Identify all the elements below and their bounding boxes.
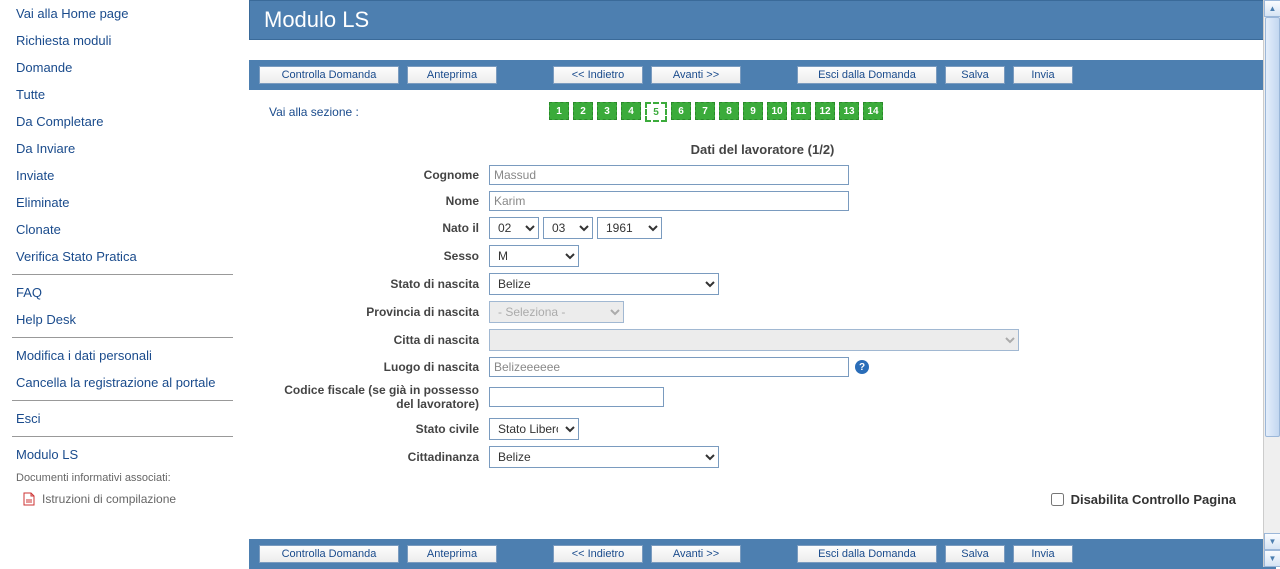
nome-field[interactable]	[489, 191, 849, 211]
stato-civile-select[interactable]: Stato Libero	[489, 418, 579, 440]
form-area: Cognome Nome Nato il 02 03 1961 Sesso M …	[249, 165, 1276, 468]
help-icon[interactable]: ?	[855, 360, 869, 374]
nato-anno-select[interactable]: 1961	[597, 217, 662, 239]
sidebar: Vai alla Home page Richiesta moduli Doma…	[0, 0, 245, 567]
nav-domande[interactable]: Domande	[12, 54, 233, 81]
label-cittadinanza: Cittadinanza	[269, 450, 489, 464]
pdf-icon	[22, 492, 36, 506]
nato-mese-select[interactable]: 03	[543, 217, 593, 239]
scroll-up-button[interactable]: ▲	[1264, 0, 1280, 17]
section-nav-label: Vai alla sezione :	[269, 105, 549, 119]
label-stato-civile: Stato civile	[269, 422, 489, 436]
stato-nascita-select[interactable]: Belize	[489, 273, 719, 295]
nav-help-desk[interactable]: Help Desk	[12, 306, 233, 333]
invia-button[interactable]: Invia	[1013, 66, 1073, 84]
scroll-down-button[interactable]: ▼	[1264, 533, 1280, 550]
step-10[interactable]: 10	[767, 102, 787, 120]
scroll-thumb[interactable]	[1265, 17, 1280, 437]
disabilita-controllo-checkbox[interactable]	[1051, 493, 1064, 506]
step-11[interactable]: 11	[791, 102, 811, 120]
step-9[interactable]: 9	[743, 102, 763, 120]
main: Modulo LS Controlla Domanda Anteprima <<…	[245, 0, 1280, 567]
sesso-select[interactable]: M	[489, 245, 579, 267]
step-12[interactable]: 12	[815, 102, 835, 120]
form-title: Dati del lavoratore (1/2)	[249, 134, 1276, 165]
step-boxes: 1 2 3 4 5 6 7 8 9 10 11 12 13 14	[549, 102, 883, 122]
label-luogo-nascita: Luogo di nascita	[269, 360, 489, 374]
avanti-button[interactable]: Avanti >>	[651, 66, 741, 84]
controlla-domanda-button[interactable]: Controlla Domanda	[259, 66, 399, 84]
indietro-button-bottom[interactable]: << Indietro	[553, 545, 643, 563]
checkbox-row: Disabilita Controllo Pagina	[249, 474, 1276, 519]
nav-verifica-stato[interactable]: Verifica Stato Pratica	[12, 243, 233, 270]
citta-nascita-select	[489, 329, 1019, 351]
esci-domanda-button-bottom[interactable]: Esci dalla Domanda	[797, 545, 937, 563]
doc-istruzioni-label: Istruzioni di compilazione	[42, 492, 176, 506]
sidebar-modulo-title: Modulo LS	[12, 441, 233, 468]
nav-domande-da-completare[interactable]: Da Completare	[12, 108, 233, 135]
sidebar-doc-label: Documenti informativi associati:	[12, 468, 233, 488]
step-1[interactable]: 1	[549, 102, 569, 120]
avanti-button-bottom[interactable]: Avanti >>	[651, 545, 741, 563]
salva-button[interactable]: Salva	[945, 66, 1005, 84]
nav-domande-tutte[interactable]: Tutte	[12, 81, 233, 108]
nav-domande-clonate[interactable]: Clonate	[12, 216, 233, 243]
anteprima-button[interactable]: Anteprima	[407, 66, 497, 84]
label-nome: Nome	[269, 194, 489, 208]
cittadinanza-select[interactable]: Belize	[489, 446, 719, 468]
step-13[interactable]: 13	[839, 102, 859, 120]
provincia-nascita-select: - Seleziona -	[489, 301, 624, 323]
step-7[interactable]: 7	[695, 102, 715, 120]
nav-richiesta-moduli[interactable]: Richiesta moduli	[12, 27, 233, 54]
luogo-nascita-field[interactable]	[489, 357, 849, 377]
label-sesso: Sesso	[269, 249, 489, 263]
nav-modifica-dati[interactable]: Modifica i dati personali	[12, 342, 233, 369]
nav-domande-da-inviare[interactable]: Da Inviare	[12, 135, 233, 162]
nav-domande-inviate[interactable]: Inviate	[12, 162, 233, 189]
label-nato: Nato il	[269, 221, 489, 235]
scroll-down-button-2[interactable]: ▼	[1264, 550, 1280, 567]
nato-giorno-select[interactable]: 02	[489, 217, 539, 239]
label-citta-nascita: Citta di nascita	[269, 333, 489, 347]
invia-button-bottom[interactable]: Invia	[1013, 545, 1073, 563]
anteprima-button-bottom[interactable]: Anteprima	[407, 545, 497, 563]
nav-home[interactable]: Vai alla Home page	[12, 0, 233, 27]
label-provincia-nascita: Provincia di nascita	[269, 305, 489, 319]
step-3[interactable]: 3	[597, 102, 617, 120]
toolbar-top: Controlla Domanda Anteprima << Indietro …	[249, 60, 1276, 90]
step-5[interactable]: 5	[645, 102, 667, 122]
section-nav: Vai alla sezione : 1 2 3 4 5 6 7 8 9 10 …	[249, 90, 1276, 134]
module-header: Modulo LS	[249, 0, 1276, 40]
salva-button-bottom[interactable]: Salva	[945, 545, 1005, 563]
indietro-button[interactable]: << Indietro	[553, 66, 643, 84]
label-cognome: Cognome	[269, 168, 489, 182]
label-stato-nascita: Stato di nascita	[269, 277, 489, 291]
toolbar-bottom: Controlla Domanda Anteprima << Indietro …	[249, 539, 1276, 569]
cognome-field[interactable]	[489, 165, 849, 185]
controlla-domanda-button-bottom[interactable]: Controlla Domanda	[259, 545, 399, 563]
esci-domanda-button[interactable]: Esci dalla Domanda	[797, 66, 937, 84]
label-codice-fiscale: Codice fiscale (se già in possesso del l…	[269, 383, 489, 412]
step-6[interactable]: 6	[671, 102, 691, 120]
step-4[interactable]: 4	[621, 102, 641, 120]
step-14[interactable]: 14	[863, 102, 883, 120]
disabilita-controllo-label: Disabilita Controllo Pagina	[1071, 492, 1236, 507]
codice-fiscale-field[interactable]	[489, 387, 664, 407]
nav-esci[interactable]: Esci	[12, 405, 233, 432]
doc-istruzioni[interactable]: Istruzioni di compilazione	[12, 488, 233, 510]
step-8[interactable]: 8	[719, 102, 739, 120]
nav-faq[interactable]: FAQ	[12, 279, 233, 306]
nav-cancella-registrazione[interactable]: Cancella la registrazione al portale	[12, 369, 233, 396]
scrollbar-vertical[interactable]: ▲ ▼ ▼	[1263, 0, 1280, 567]
nav-domande-eliminate[interactable]: Eliminate	[12, 189, 233, 216]
step-2[interactable]: 2	[573, 102, 593, 120]
